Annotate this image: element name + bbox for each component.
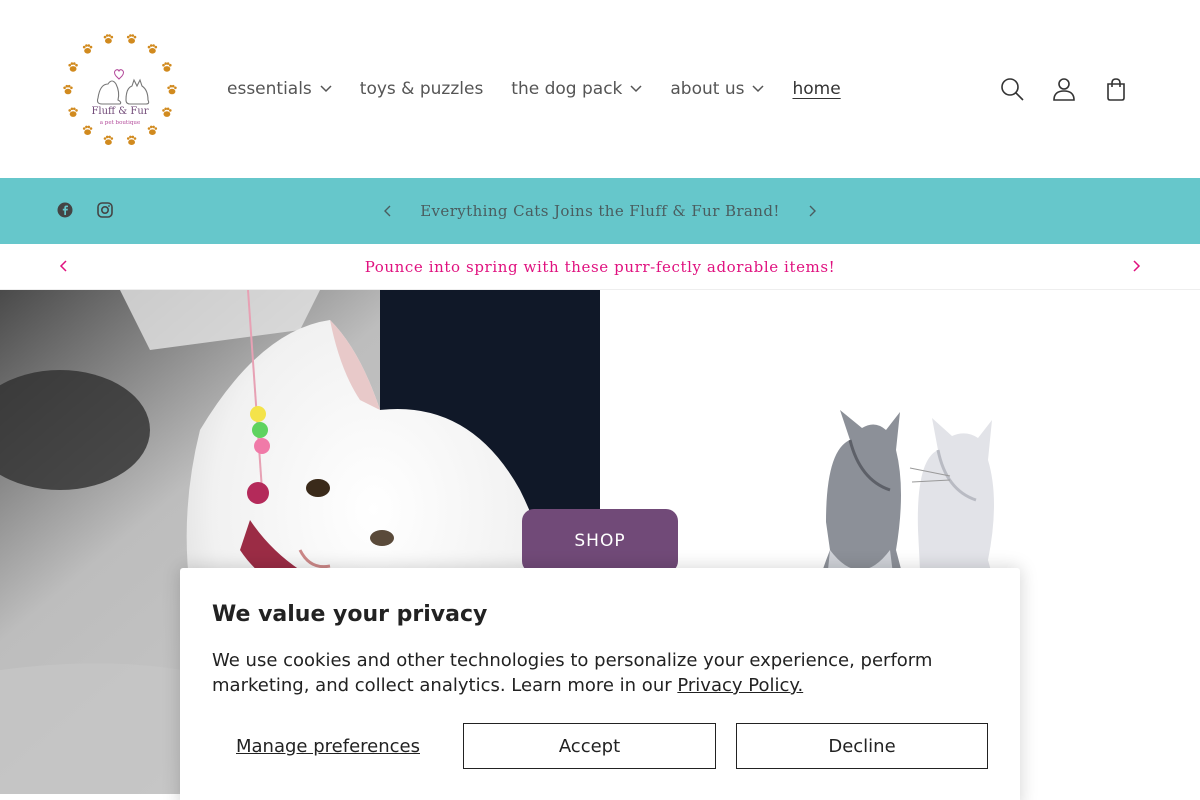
chevron-down-icon [752,85,765,93]
logo-text: Fluff & Fur [91,106,148,117]
announcement-prev-button[interactable] [378,201,398,221]
paw-print-icon [126,135,137,145]
promo-next-button[interactable] [1126,256,1146,276]
cookie-body: We use cookies and other technologies to… [212,648,1002,698]
site-header: Fluff & Fur a pet boutique essentials to… [0,0,1200,178]
chevron-right-icon [809,205,816,217]
chevron-down-icon [630,85,642,93]
privacy-policy-link[interactable]: Privacy Policy. [677,675,803,696]
announcement-bar-primary: Everything Cats Joins the Fluff & Fur Br… [0,178,1200,244]
announcement-bar-secondary: Pounce into spring with these purr-fectl… [0,244,1200,290]
chevron-down-icon [320,85,332,93]
cookie-consent-banner: We value your privacy We use cookies and… [180,568,1020,800]
search-icon [1001,78,1024,101]
announcement-text[interactable]: Everything Cats Joins the Fluff & Fur Br… [420,202,780,220]
nav-item-label: about us [670,79,745,99]
chevron-right-icon [1133,260,1141,272]
main-nav: essentials toys & puzzles the dog pack a… [213,72,855,106]
nav-item-label: essentials [227,79,312,99]
nav-item-label: the dog pack [511,79,623,99]
nav-item-toys-puzzles[interactable]: toys & puzzles [346,72,498,106]
promo-text[interactable]: Pounce into spring with these purr-fectl… [365,258,836,276]
nav-item-about-us[interactable]: about us [656,72,778,106]
nav-item-dog-pack[interactable]: the dog pack [497,72,656,106]
paw-print-icon [167,84,177,95]
facebook-icon[interactable] [57,202,73,218]
cart-button[interactable] [1102,70,1130,108]
manage-preferences-button[interactable]: Manage preferences [212,723,444,769]
account-icon [1053,78,1075,101]
paw-print-icon [162,107,172,117]
accept-button[interactable]: Accept [463,723,716,769]
account-button[interactable] [1050,70,1078,108]
paw-print-icon [103,135,114,145]
social-links [57,202,113,218]
instagram-icon[interactable] [97,202,113,218]
logo-tagline: a pet boutique [100,120,140,126]
paw-print-icon [103,34,114,44]
nav-item-label: toys & puzzles [359,79,484,99]
paw-print-icon [68,107,78,117]
announcement-next-button[interactable] [802,201,822,221]
nav-item-label: home [792,79,841,99]
nav-item-essentials[interactable]: essentials [213,72,346,106]
paw-print-icon [68,62,78,72]
paw-print-icon [63,84,73,95]
cookie-body-text: We use cookies and other technologies to… [212,650,933,696]
brand-logo[interactable]: Fluff & Fur a pet boutique [58,28,182,152]
cookie-title: We value your privacy [212,602,488,627]
promo-message: Pounce into spring with these purr-fectl… [0,244,1200,290]
shop-button[interactable]: SHOP [522,509,678,573]
chevron-left-icon [384,205,391,217]
paw-print-icon [147,44,158,54]
announcement-message: Everything Cats Joins the Fluff & Fur Br… [0,178,1200,244]
decline-button[interactable]: Decline [736,723,988,769]
paw-print-icon [126,34,137,44]
paw-print-icon [82,44,93,54]
paw-print-icon [147,125,158,135]
header-actions [998,70,1130,108]
nav-item-home[interactable]: home [778,72,854,106]
logo-wreath-icon: Fluff & Fur a pet boutique [63,34,177,145]
cart-icon [1107,78,1125,101]
paw-print-icon [82,125,93,135]
paw-print-icon [162,62,172,72]
search-button[interactable] [998,70,1026,108]
